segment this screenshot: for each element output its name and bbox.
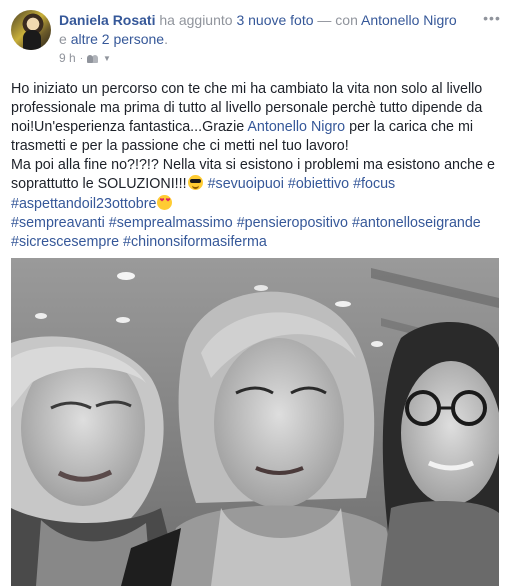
hashtag-link[interactable]: #obiettivo: [288, 176, 349, 192]
period-text: .: [164, 31, 168, 47]
sunglasses-emoji-icon: [187, 175, 203, 191]
post-headline: Daniela Rosati ha aggiunto 3 nuove foto …: [59, 11, 479, 49]
chevron-down-icon[interactable]: ▼: [103, 54, 111, 63]
selfie-photo-icon: [11, 258, 499, 586]
mention-link[interactable]: Antonello Nigro: [247, 119, 345, 135]
hashtag-link[interactable]: #pensieropositivo: [237, 215, 348, 231]
hashtag-link[interactable]: #aspettandoil23ottobre: [11, 196, 156, 212]
separator-dot: ·: [79, 52, 84, 64]
hashtag-link[interactable]: #semprealmassimo: [109, 215, 233, 231]
tagged-person-link[interactable]: Antonello Nigro: [361, 12, 457, 28]
author-avatar[interactable]: [11, 10, 51, 50]
action-text: ha aggiunto: [155, 12, 237, 28]
hashtag-link[interactable]: #sevuoipuoi: [208, 176, 284, 192]
hashtag-link[interactable]: #chinonsiformasiferma: [123, 234, 267, 250]
hashtag-link[interactable]: #sicrescesempre: [11, 234, 119, 250]
photos-link[interactable]: 3 nuove foto: [236, 12, 313, 28]
heart-eyes-emoji-icon: [157, 194, 173, 210]
with-text: — con: [313, 12, 361, 28]
facebook-post: Daniela Rosati ha aggiunto 3 nuove foto …: [0, 0, 509, 586]
post-message: Ho iniziato un percorso con te che mi ha…: [11, 80, 499, 252]
people-icon[interactable]: [87, 54, 99, 63]
timestamp[interactable]: 9 h: [59, 51, 76, 65]
message-paragraph-2: Ma poi alla fine no?!?!? Nella vita si e…: [11, 156, 499, 251]
hashtag-link[interactable]: #sempreavanti: [11, 215, 105, 231]
more-options-icon[interactable]: •••: [483, 10, 501, 26]
and-text: e: [59, 31, 71, 47]
post-photo[interactable]: [11, 258, 499, 586]
hashtag-link[interactable]: #focus: [353, 176, 395, 192]
post-meta: 9 h · ▼: [59, 51, 111, 65]
others-link[interactable]: altre 2 persone: [71, 31, 164, 47]
message-paragraph-1: Ho iniziato un percorso con te che mi ha…: [11, 80, 499, 156]
post-header: Daniela Rosati ha aggiunto 3 nuove foto …: [11, 10, 501, 65]
hashtag-link[interactable]: #antonelloseigrande: [352, 215, 481, 231]
author-name-link[interactable]: Daniela Rosati: [59, 12, 155, 28]
